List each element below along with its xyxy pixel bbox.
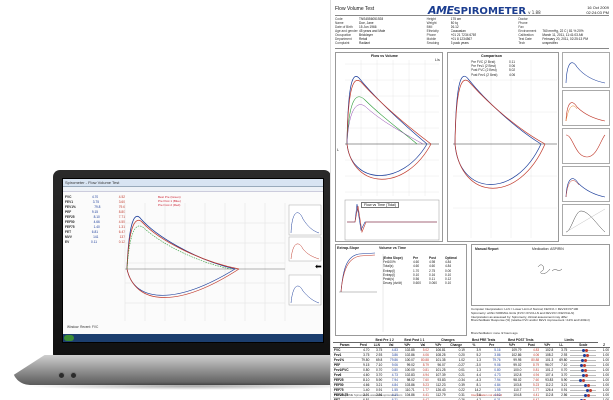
- trial-thumb: [562, 204, 610, 236]
- start-button[interactable]: [64, 335, 74, 341]
- fv-pre-curve: [346, 76, 428, 145]
- scale-line: [570, 390, 597, 391]
- trial-thumbnails: [562, 52, 610, 237]
- cmp-insp-post: [454, 143, 546, 189]
- interpretation-line: Bronchodilator Response (%) (relative FV…: [471, 318, 590, 323]
- post-marker: [586, 383, 590, 387]
- window-footer: Window: Recent: FVC: [67, 325, 99, 329]
- vt-post-curve: [340, 254, 376, 293]
- results-body: FVC 4.70 3.75 4.83 102.85 5.02 106.81 0.19 3.9 5.…: [333, 347, 610, 400]
- extrap-values: (Extra Slope) Pre Post Optimal Fet100% 4.60 4.…: [383, 256, 465, 285]
- post-marker: [583, 368, 587, 372]
- post-marker: [585, 373, 589, 377]
- cmp-insp-pre: [454, 143, 542, 185]
- manual-report: Manual Report Medication: ASPIRIN: [471, 244, 610, 306]
- mic-port-icon: [70, 372, 77, 379]
- flow-volume-chart: [124, 203, 322, 321]
- vt-pre-curve: [340, 252, 376, 293]
- post-marker: [582, 363, 586, 367]
- trial-thumb: [562, 90, 610, 126]
- trial-thumb: [562, 166, 610, 202]
- post-marker: [587, 393, 591, 397]
- trial-thumb: [562, 128, 610, 164]
- post-marker: [586, 353, 590, 357]
- inspiratory-curve-post: [126, 268, 240, 298]
- laptop-screen: Spirometer - Flow Volume Test FVC 4.70 4.5…: [62, 178, 324, 343]
- flow-time-title: Flow vs Time (Tidal): [361, 202, 400, 208]
- post-marker: [582, 378, 586, 382]
- post-marker: [589, 388, 593, 392]
- arrow-left-icon[interactable]: ⬅: [315, 263, 323, 271]
- post-marker: [583, 358, 587, 362]
- audio-port-icon: [58, 372, 65, 379]
- thumb-1: [288, 204, 322, 236]
- taskbar: [63, 334, 323, 342]
- thumb-2: [288, 236, 322, 262]
- extrap-cell: 0.060: [429, 281, 437, 286]
- fv-pred-post-curve: [346, 104, 424, 145]
- results-grid: Best Pre 1 2 Best Post 1 1 Changes Best PRE…: [333, 338, 610, 400]
- laptop-shadow: [22, 382, 362, 390]
- bronchodilation-note: Bronchodilation: none /2 hours ago: [471, 331, 518, 335]
- post-marker: [584, 348, 588, 352]
- extrap-cell: 0.600: [413, 281, 421, 286]
- extrap-row: Decay (dv/dt) 0.600 0.060 0.10: [383, 281, 465, 285]
- cmp-grid: [453, 60, 557, 238]
- inspiratory-curve: [126, 268, 236, 296]
- extrap-cell: 0.10: [445, 281, 452, 286]
- trial-thumb: [562, 52, 610, 88]
- fv-insp-post: [346, 143, 432, 180]
- chart-grid: [124, 203, 286, 321]
- signature-area: [537, 264, 563, 274]
- extrap-cell: Decay (dv/dt): [383, 281, 402, 286]
- laptop-base: [12, 355, 374, 385]
- pre-curve: [126, 215, 236, 270]
- fv-insp-pre: [346, 143, 428, 176]
